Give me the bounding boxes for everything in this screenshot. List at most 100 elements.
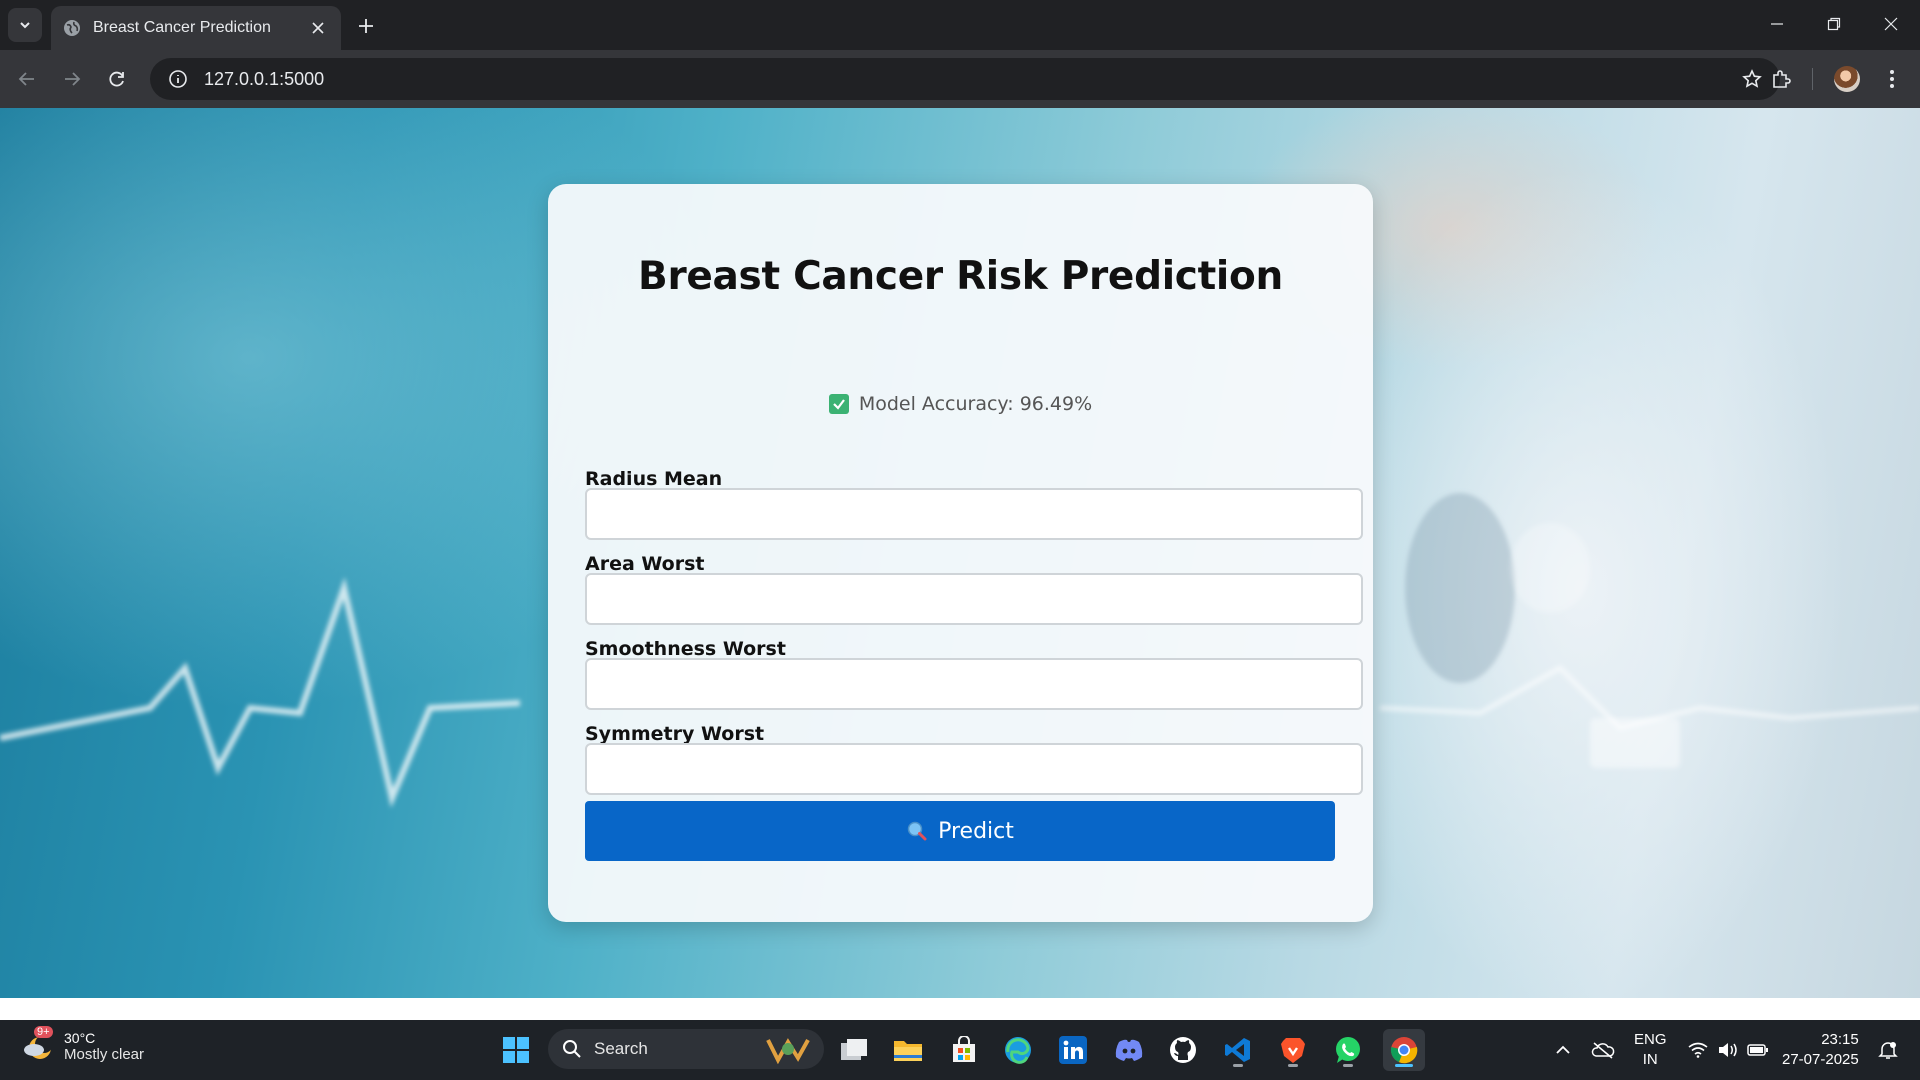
minimize-icon — [1771, 23, 1783, 25]
cloud-off-icon — [1591, 1042, 1615, 1059]
plus-icon — [359, 19, 373, 33]
weather-moon-cloud-icon: 9+ — [20, 1026, 56, 1064]
discord-button[interactable] — [1108, 1029, 1150, 1071]
microsoft-store-button[interactable] — [943, 1029, 985, 1071]
toolbar-divider — [1812, 68, 1813, 90]
model-accuracy-text: Model Accuracy: 96.49% — [858, 393, 1093, 415]
radius-mean-input[interactable] — [585, 488, 1363, 540]
clock-time: 23:15 — [1821, 1031, 1859, 1048]
bookmark-button[interactable] — [1738, 65, 1766, 93]
system-clock[interactable]: 23:15 27-07-2025 — [1782, 1030, 1859, 1070]
file-explorer-button[interactable] — [887, 1029, 929, 1071]
linkedin-button[interactable] — [1052, 1029, 1094, 1071]
puzzle-icon — [1773, 70, 1791, 88]
running-indicator — [1233, 1064, 1243, 1067]
battery-icon — [1747, 1044, 1768, 1056]
chrome-button[interactable] — [1383, 1029, 1425, 1071]
wifi-icon — [1688, 1042, 1708, 1058]
reload-button[interactable] — [99, 61, 135, 97]
tab-title: Breast Cancer Prediction — [93, 19, 271, 36]
restore-button[interactable] — [1805, 0, 1863, 48]
check-icon — [828, 394, 849, 414]
area-worst-label: Area Worst — [585, 553, 705, 575]
brave-button[interactable] — [1272, 1029, 1314, 1071]
vscode-button[interactable] — [1217, 1029, 1259, 1071]
more-vertical-icon — [1890, 70, 1894, 88]
chrome-icon — [1390, 1037, 1418, 1064]
model-accuracy: Model Accuracy: 96.49% — [548, 393, 1373, 415]
prediction-card: Breast Cancer Risk Prediction Model Accu… — [548, 184, 1373, 922]
tab-search-button[interactable] — [8, 8, 42, 42]
predict-button[interactable]: Predict — [585, 801, 1335, 861]
profile-button[interactable] — [1829, 61, 1865, 97]
tab-close-button[interactable] — [307, 17, 329, 39]
new-tab-button[interactable] — [352, 12, 380, 40]
task-view-icon — [841, 1039, 867, 1060]
forward-button[interactable] — [54, 61, 90, 97]
weather-badge: 9+ — [34, 1026, 53, 1038]
tab-strip: Breast Cancer Prediction — [0, 0, 1920, 50]
github-button[interactable] — [1162, 1029, 1204, 1071]
vscode-icon — [1225, 1038, 1250, 1062]
edge-button[interactable] — [997, 1029, 1039, 1071]
language-indicator[interactable]: ENG IN — [1634, 1030, 1667, 1070]
weather-condition: Mostly clear — [64, 1045, 145, 1063]
extensions-button[interactable] — [1763, 61, 1799, 97]
show-hidden-icons-button[interactable] — [1548, 1020, 1578, 1080]
volume-status[interactable] — [1713, 1020, 1743, 1080]
store-icon — [953, 1036, 975, 1062]
search-icon — [563, 1040, 581, 1058]
browser-menu-button[interactable] — [1874, 61, 1910, 97]
github-icon — [1170, 1037, 1196, 1063]
page-background: Breast Cancer Risk Prediction Model Accu… — [0, 108, 1920, 998]
language-code: ENG — [1634, 1031, 1667, 1048]
taskbar-search[interactable]: Search — [548, 1029, 824, 1069]
minimize-button[interactable] — [1748, 0, 1806, 48]
back-button[interactable] — [9, 61, 45, 97]
address-bar[interactable]: 127.0.0.1:5000 — [150, 58, 1780, 100]
area-worst-input[interactable] — [585, 573, 1363, 625]
brave-icon — [1281, 1038, 1305, 1063]
browser-toolbar: 127.0.0.1:5000 — [0, 50, 1920, 108]
predict-button-label: Predict — [938, 818, 1014, 844]
site-info-button[interactable] — [158, 58, 198, 100]
smoothness-worst-input[interactable] — [585, 658, 1363, 710]
region-code: IN — [1642, 1051, 1658, 1068]
start-button[interactable] — [495, 1029, 537, 1071]
globe-icon — [64, 20, 80, 36]
edge-icon — [1005, 1037, 1031, 1064]
running-indicator — [1395, 1064, 1413, 1067]
symmetry-worst-input[interactable] — [585, 743, 1363, 795]
clock-date: 27-07-2025 — [1782, 1051, 1859, 1068]
onedrive-status[interactable] — [1588, 1020, 1618, 1080]
avatar — [1834, 66, 1860, 92]
radius-mean-label: Radius Mean — [585, 468, 723, 490]
chevron-up-icon — [1556, 1045, 1570, 1054]
magnifier-icon — [907, 821, 927, 841]
notification-bell-icon — [1878, 1042, 1898, 1059]
linkedin-icon — [1059, 1036, 1087, 1064]
battery-status[interactable] — [1743, 1020, 1773, 1080]
page-bottom-strip — [0, 998, 1920, 1020]
search-highlight-icon — [766, 1038, 810, 1064]
notifications-button[interactable] — [1873, 1020, 1903, 1080]
page-title: Breast Cancer Risk Prediction — [638, 254, 1283, 299]
weather-widget[interactable]: 9+ 30°C Mostly clear — [20, 1026, 145, 1064]
url-text: 127.0.0.1:5000 — [204, 68, 325, 89]
running-indicator — [1288, 1064, 1298, 1067]
wifi-status[interactable] — [1683, 1020, 1713, 1080]
close-window-button[interactable] — [1862, 0, 1920, 48]
weather-temperature: 30°C — [64, 1029, 96, 1046]
symmetry-worst-label: Symmetry Worst — [585, 723, 765, 745]
close-icon — [1884, 17, 1898, 31]
search-label: Search — [594, 1039, 648, 1058]
taskbar: 9+ 30°C Mostly clear Search ENG IN 23:15… — [0, 1020, 1920, 1080]
star-icon — [1742, 69, 1762, 88]
browser-tab[interactable]: Breast Cancer Prediction — [51, 6, 341, 50]
running-indicator — [1343, 1064, 1353, 1067]
whatsapp-button[interactable] — [1327, 1029, 1369, 1071]
task-view-button[interactable] — [833, 1029, 875, 1071]
arrow-left-icon — [18, 72, 34, 86]
smoothness-worst-label: Smoothness Worst — [585, 638, 786, 660]
speaker-icon — [1719, 1043, 1737, 1057]
